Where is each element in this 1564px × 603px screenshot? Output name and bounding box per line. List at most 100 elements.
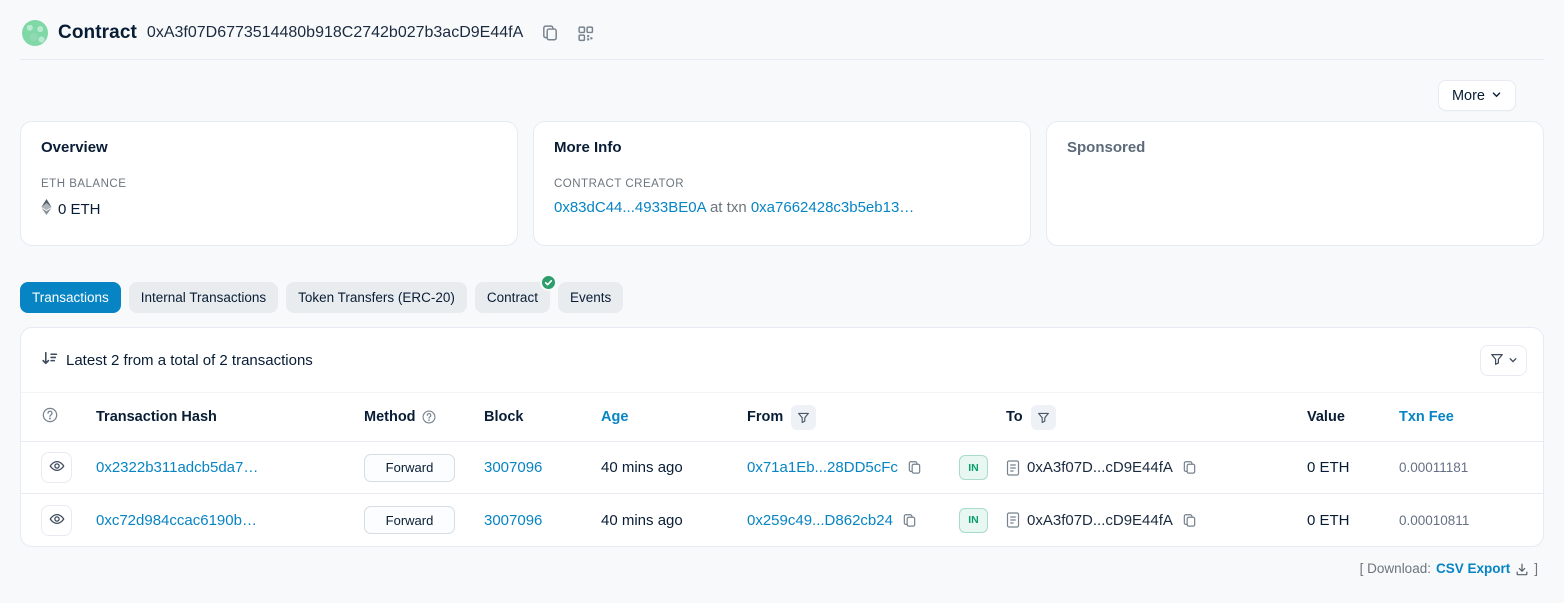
chevron-down-icon [1491,88,1502,104]
creation-txn-link[interactable]: 0xa7662428c3b5eb13… [751,199,914,216]
qr-code-icon [577,25,594,42]
copy-to-address-button[interactable] [1180,458,1199,477]
page-title: Contract [58,22,137,44]
column-to-label: To [1006,409,1023,425]
copy-icon [541,24,559,42]
document-icon [1006,512,1020,528]
tab-internal-transactions-label: Internal Transactions [141,290,266,305]
copy-icon [1182,513,1197,528]
tab-events[interactable]: Events [558,282,623,313]
txn-fee-cell: 0.00010811 [1399,513,1523,528]
tab-events-label: Events [570,290,611,305]
age-cell: 40 mins ago [601,512,747,529]
from-filter-button[interactable] [791,405,816,430]
block-link[interactable]: 3007096 [484,459,542,476]
eye-icon [49,458,65,477]
contract-identicon-avatar [22,20,48,46]
download-row: [ Download: CSV Export ] [26,561,1538,576]
tab-contract[interactable]: Contract [475,282,550,313]
table-summary-row: Latest 2 from a total of 2 transactions [21,328,1543,392]
contract-creator-label: CONTRACT CREATOR [554,178,1010,190]
transactions-panel: Latest 2 from a total of 2 transactions [20,327,1544,547]
tab-contract-label: Contract [487,290,538,305]
copy-from-address-button[interactable] [905,458,924,477]
eth-balance-label: ETH BALANCE [41,178,497,190]
overview-card-title: Overview [41,139,497,156]
tab-transactions-label: Transactions [32,290,109,305]
from-address-link[interactable]: 0x71a1Eb...28DD5cFc [747,459,898,476]
value-cell: 0 ETH [1307,512,1399,529]
copy-icon [1182,460,1197,475]
tab-bar: Transactions Internal Transactions Token… [20,282,1544,313]
table-header-row: Transaction Hash Method Block Age From [21,392,1543,442]
tab-transactions[interactable]: Transactions [20,282,121,313]
txn-fee-cell: 0.00011181 [1399,460,1523,475]
verified-check-icon [540,274,557,291]
csv-export-link[interactable]: CSV Export [1436,561,1510,576]
creator-connector-text: at txn [710,199,747,216]
funnel-icon [1490,352,1504,369]
table-row: 0xc72d984ccac6190b… Forward 3007096 40 m… [21,494,1543,546]
sponsored-card: Sponsored [1046,121,1544,246]
more-info-card-title: More Info [554,139,1010,156]
to-address-text[interactable]: 0xA3f07D...cD9E44fA [1027,512,1173,529]
eth-diamond-icon [41,199,52,219]
column-block: Block [484,409,601,425]
sort-descending-icon [41,350,58,371]
page-header: Contract 0xA3f07D6773514480b918C2742b027… [0,0,1564,59]
column-help [41,406,96,428]
copy-icon [907,460,922,475]
value-cell: 0 ETH [1307,459,1399,476]
table-filter-button[interactable] [1480,345,1527,376]
tx-preview-button[interactable] [41,452,72,483]
tab-token-transfers-label: Token Transfers (ERC-20) [298,290,455,305]
to-filter-button[interactable] [1031,405,1056,430]
direction-badge: IN [959,508,988,533]
age-cell: 40 mins ago [601,459,747,476]
from-address-link[interactable]: 0x259c49...D862cb24 [747,512,893,529]
copy-to-address-button[interactable] [1180,511,1199,530]
to-address-text[interactable]: 0xA3f07D...cD9E44fA [1027,459,1173,476]
method-badge: Forward [364,454,455,482]
direction-badge: IN [959,455,988,480]
block-link[interactable]: 3007096 [484,512,542,529]
contract-address: 0xA3f07D6773514480b918C2742b027b3acD9E44… [147,24,523,42]
table-row: 0x2322b311adcb5da7… Forward 3007096 40 m… [21,442,1543,494]
more-dropdown-label: More [1452,88,1485,104]
more-dropdown-button[interactable]: More [1438,80,1516,111]
creator-address-link[interactable]: 0x83dC44...4933BE0A [554,199,706,216]
column-value: Value [1307,409,1399,425]
table-summary-text: Latest 2 from a total of 2 transactions [66,352,313,369]
tx-hash-link[interactable]: 0xc72d984ccac6190b… [96,512,257,529]
column-from-label: From [747,409,783,425]
chevron-down-icon [1508,353,1518,368]
tab-token-transfers[interactable]: Token Transfers (ERC-20) [286,282,467,313]
download-icon[interactable] [1515,562,1529,576]
document-icon [1006,460,1020,476]
qr-code-button[interactable] [575,23,596,44]
column-transaction-hash: Transaction Hash [96,409,364,425]
copy-address-button[interactable] [539,22,561,44]
eth-balance-value: 0 ETH [58,201,101,218]
copy-from-address-button[interactable] [900,511,919,530]
method-badge: Forward [364,506,455,534]
help-icon[interactable] [41,406,59,428]
column-to: To [1006,405,1307,430]
eye-icon [49,511,65,530]
contract-page: Contract 0xA3f07D6773514480b918C2742b027… [0,0,1564,603]
column-age-toggle[interactable]: Age [601,409,628,425]
info-cards: Overview ETH BALANCE 0 ETH More Info CON… [20,121,1544,246]
download-prefix-text: [ Download: [1360,561,1431,576]
tx-hash-link[interactable]: 0x2322b311adcb5da7… [96,459,258,476]
tab-internal-transactions[interactable]: Internal Transactions [129,282,278,313]
column-txn-fee-toggle[interactable]: Txn Fee [1399,409,1454,425]
actions-row: More [0,60,1564,111]
download-suffix-text: ] [1534,561,1538,576]
tx-preview-button[interactable] [41,505,72,536]
sponsored-card-title: Sponsored [1067,139,1523,156]
help-icon[interactable] [421,409,437,425]
column-method-label: Method [364,409,416,425]
column-method: Method [364,409,484,425]
copy-icon [902,513,917,528]
more-info-card: More Info CONTRACT CREATOR 0x83dC44...49… [533,121,1031,246]
